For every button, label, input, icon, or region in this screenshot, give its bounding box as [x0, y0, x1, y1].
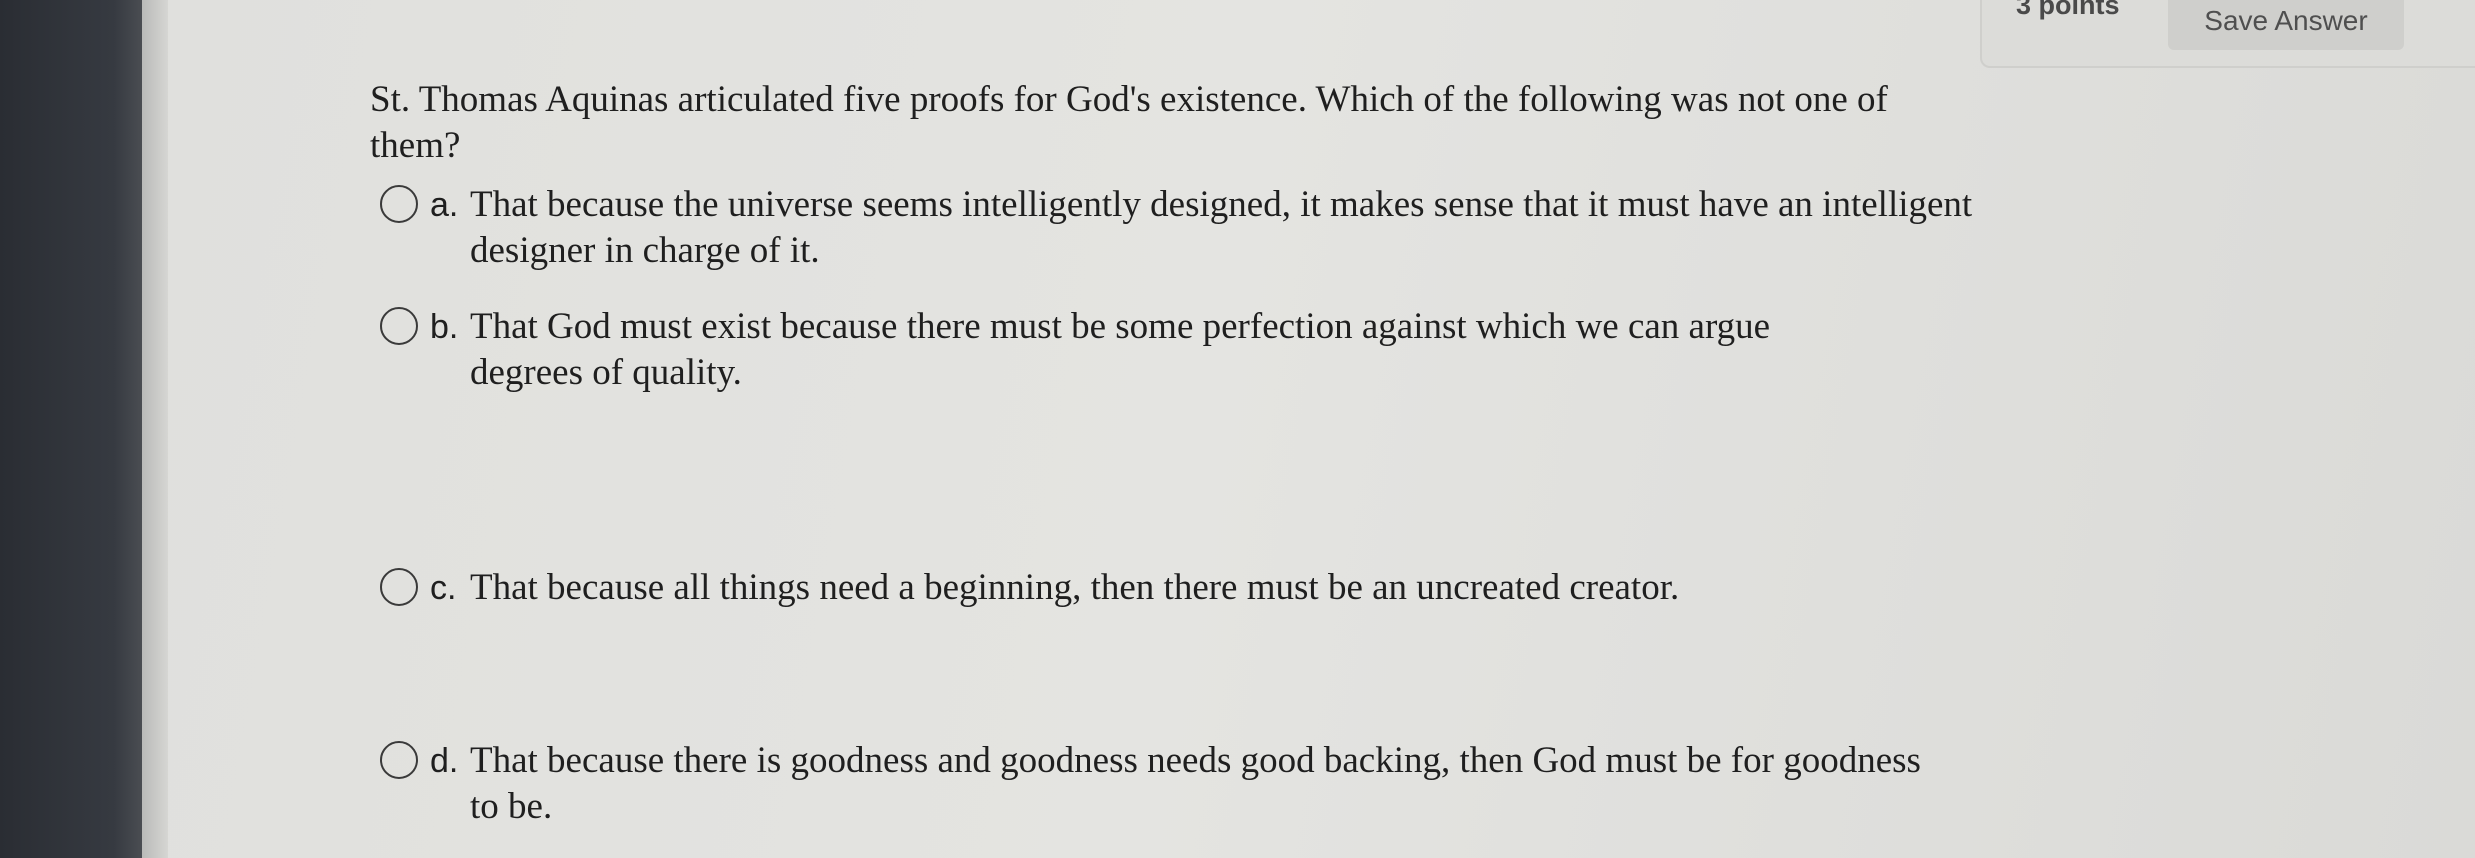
- option-text: That because the universe seems intellig…: [470, 184, 1973, 271]
- points-label: 3 points: [2016, 0, 2120, 20]
- option-letter: c.: [430, 569, 457, 607]
- question-text: St. Thomas Aquinas articulated five proo…: [370, 79, 1888, 166]
- option-text: That because there is goodness and goodn…: [470, 740, 1921, 827]
- dark-background-edge: [0, 0, 142, 858]
- option-letter: b.: [430, 308, 459, 346]
- option-letter: a.: [430, 186, 459, 224]
- option-letter: d.: [430, 742, 459, 780]
- page-shadow-edge: [142, 0, 168, 858]
- radio-button-d[interactable]: [380, 741, 418, 779]
- option-text: That because all things need a beginning…: [470, 567, 1680, 608]
- radio-button-c[interactable]: [380, 568, 418, 606]
- radio-button-a[interactable]: [380, 185, 418, 223]
- radio-button-b[interactable]: [380, 307, 418, 345]
- save-answer-button[interactable]: Save Answer: [2168, 0, 2404, 50]
- option-text: That God must exist because there must b…: [470, 306, 1771, 393]
